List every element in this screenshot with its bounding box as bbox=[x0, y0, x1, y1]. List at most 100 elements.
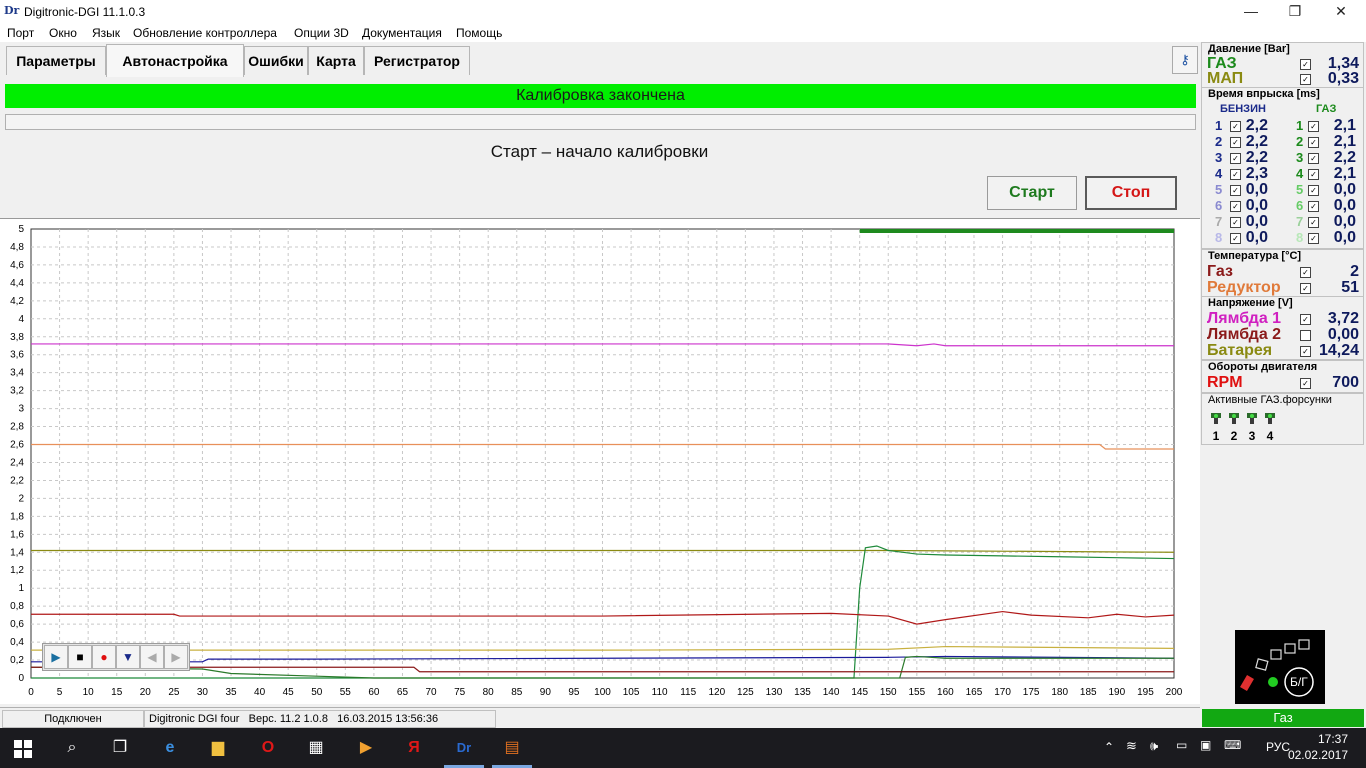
tab-errors[interactable]: Ошибки bbox=[244, 46, 308, 75]
active-injectors-header: Активные ГАЗ.форсунки bbox=[1208, 394, 1332, 406]
close-button[interactable]: ✕ bbox=[1318, 0, 1364, 24]
keyboard-icon[interactable]: ⌨ bbox=[1224, 738, 1241, 752]
gas-injector-checkbox[interactable]: ✓ bbox=[1308, 217, 1319, 228]
minimize-button[interactable]: — bbox=[1228, 0, 1274, 24]
media-player-icon[interactable]: ▶ bbox=[354, 736, 378, 760]
gas-injector-checkbox[interactable]: ✓ bbox=[1308, 201, 1319, 212]
injector-4-icon bbox=[1265, 413, 1275, 424]
tab-parameters[interactable]: Параметры bbox=[6, 46, 106, 75]
gas-injector-checkbox[interactable]: ✓ bbox=[1308, 153, 1319, 164]
injector-3-icon bbox=[1247, 413, 1257, 424]
injection-row: 1 ✓ 2,2 1 ✓ 2,1 bbox=[1202, 117, 1363, 134]
gas-switch-indicator[interactable]: Б/Г bbox=[1235, 630, 1325, 704]
temp-reducer-checkbox[interactable]: ✓ bbox=[1300, 283, 1311, 294]
temp-reducer-value: 51 bbox=[1341, 279, 1359, 296]
x-tick-label: 30 bbox=[197, 687, 209, 698]
pressure-map-value: 0,33 bbox=[1327, 70, 1359, 87]
battery-icon[interactable]: ▭ bbox=[1176, 738, 1187, 752]
injector-1-label: 1 bbox=[1212, 429, 1220, 443]
injection-row: 8 ✓ 0,0 8 ✓ 0,0 bbox=[1202, 229, 1363, 246]
opera-icon[interactable]: O bbox=[256, 736, 280, 760]
battery-checkbox[interactable]: ✓ bbox=[1300, 346, 1311, 357]
record-icon[interactable]: ● bbox=[92, 645, 116, 669]
battery-row: Батарея ✓ 14,24 bbox=[1202, 342, 1363, 359]
menu-documentation[interactable]: Документация bbox=[362, 26, 442, 40]
y-tick-label: 2,8 bbox=[10, 422, 24, 433]
lambda2-checkbox[interactable] bbox=[1300, 330, 1311, 341]
next-icon[interactable]: ▶ bbox=[164, 645, 188, 669]
wifi-icon[interactable]: ≋ bbox=[1126, 738, 1137, 754]
x-tick-label: 10 bbox=[83, 687, 95, 698]
digitronic-app-icon[interactable]: Dr bbox=[452, 736, 476, 760]
stop-icon[interactable]: ■ bbox=[68, 645, 92, 669]
menu-help[interactable]: Помощь bbox=[456, 26, 502, 40]
gas-injector-number: 3 bbox=[1296, 150, 1304, 165]
gas-injector-checkbox[interactable]: ✓ bbox=[1308, 121, 1319, 132]
device-info: Digitronic DGI four Верс. 11.2 1.0.8 16.… bbox=[144, 710, 496, 728]
gas-injector-checkbox[interactable]: ✓ bbox=[1308, 185, 1319, 196]
pressure-map-checkbox[interactable]: ✓ bbox=[1300, 74, 1311, 85]
y-tick-label: 1,4 bbox=[10, 547, 24, 558]
search-icon[interactable]: ⌕ bbox=[60, 736, 84, 760]
file-explorer-icon[interactable]: ▆ bbox=[206, 736, 230, 760]
gas-injector-checkbox[interactable]: ✓ bbox=[1308, 169, 1319, 180]
petrol-injector-number: 5 bbox=[1215, 182, 1223, 197]
injector-2-icon bbox=[1229, 413, 1239, 424]
prev-icon[interactable]: ◀ bbox=[140, 645, 164, 669]
injection-row: 4 ✓ 2,3 4 ✓ 2,1 bbox=[1202, 165, 1363, 182]
pressure-gas-checkbox[interactable]: ✓ bbox=[1300, 59, 1311, 70]
tab-recorder[interactable]: Регистратор bbox=[364, 46, 470, 75]
stop-button[interactable]: Стоп bbox=[1085, 176, 1177, 210]
menu-bar: Порт Окно Язык Обновление контроллера Оп… bbox=[0, 24, 1366, 42]
x-tick-label: 95 bbox=[568, 687, 580, 698]
language-indicator[interactable]: РУС bbox=[1266, 740, 1290, 754]
y-tick-label: 3,8 bbox=[10, 332, 24, 343]
start-button[interactable]: Старт bbox=[987, 176, 1077, 210]
lambda1-checkbox[interactable]: ✓ bbox=[1300, 314, 1311, 325]
gas-injector-checkbox[interactable]: ✓ bbox=[1308, 137, 1319, 148]
edge-browser-icon[interactable]: e bbox=[158, 736, 182, 760]
yandex-browser-icon[interactable]: Я bbox=[402, 736, 426, 760]
taskbar: ⌕ ❐ e ▆ O ▦ ▶ Я Dr ▤ ⌃ ≋ 🕪 ▭ ▣ ⌨ РУС 17:… bbox=[0, 728, 1366, 768]
temp-reducer-label: Редуктор bbox=[1207, 279, 1281, 296]
gas-injector-number: 1 bbox=[1296, 118, 1304, 133]
windows-start-icon[interactable] bbox=[14, 740, 32, 758]
play-icon[interactable]: ▶ bbox=[44, 645, 68, 669]
menu-language[interactable]: Язык bbox=[92, 26, 120, 40]
menu-3d-options[interactable]: Опции 3D bbox=[294, 26, 349, 40]
injector-1-icon bbox=[1211, 413, 1221, 424]
x-tick-label: 40 bbox=[254, 687, 266, 698]
download-icon[interactable]: ▼ bbox=[116, 645, 140, 669]
clock-date[interactable]: 02.02.2017 bbox=[1288, 748, 1348, 762]
menu-window[interactable]: Окно bbox=[49, 26, 77, 40]
menu-controller-update[interactable]: Обновление контроллера bbox=[133, 26, 277, 40]
store-icon[interactable]: ▦ bbox=[304, 736, 328, 760]
gas-injector-number: 7 bbox=[1296, 214, 1304, 229]
volume-icon[interactable]: 🕪 bbox=[1150, 738, 1158, 754]
task-view-icon[interactable]: ❐ bbox=[108, 736, 132, 760]
document-app-icon[interactable]: ▤ bbox=[500, 736, 524, 760]
tab-map[interactable]: Карта bbox=[308, 46, 364, 75]
tray-up-arrow-icon[interactable]: ⌃ bbox=[1104, 740, 1114, 754]
device-version: Верс. 11.2 1.0.8 bbox=[248, 713, 328, 725]
tab-autotuning[interactable]: Автонастройка bbox=[106, 44, 244, 77]
app-status-bar: Подключен Digitronic DGI four Верс. 11.2… bbox=[0, 707, 1200, 728]
x-tick-label: 65 bbox=[397, 687, 409, 698]
clock-time[interactable]: 17:37 bbox=[1318, 732, 1348, 746]
rpm-checkbox[interactable]: ✓ bbox=[1300, 378, 1311, 389]
temp-gas-checkbox[interactable]: ✓ bbox=[1300, 267, 1311, 278]
x-tick-label: 125 bbox=[737, 687, 754, 698]
pressure-map-row: МАП ✓ 0,33 bbox=[1202, 70, 1363, 87]
gas-injector-checkbox[interactable]: ✓ bbox=[1308, 233, 1319, 244]
x-tick-label: 110 bbox=[652, 687, 668, 698]
menu-port[interactable]: Порт bbox=[7, 26, 34, 40]
usb-connection-icon[interactable]: ⚷ bbox=[1172, 46, 1198, 74]
gas-level-icon bbox=[1240, 639, 1314, 697]
playback-controls: ▶ ■ ● ▼ ◀ ▶ bbox=[42, 643, 190, 671]
rpm-header: Обороты двигателя bbox=[1208, 361, 1318, 373]
gas-column-label: ГАЗ bbox=[1316, 103, 1337, 115]
voltage-header: Напряжение [V] bbox=[1208, 297, 1293, 309]
network-icon[interactable]: ▣ bbox=[1200, 738, 1211, 752]
maximize-button[interactable]: ❐ bbox=[1272, 0, 1318, 24]
signal-chart: 0 5 10 15 20 25 30 35 40 45 50 55 60 65 70 75 80 85 90 95 10… bbox=[10, 224, 1183, 698]
